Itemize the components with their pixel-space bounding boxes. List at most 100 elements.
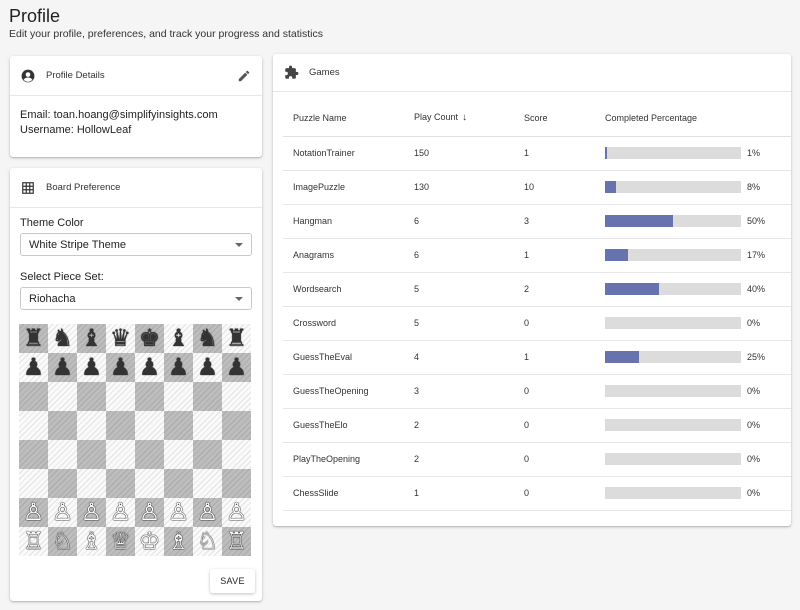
board-square: ♗ xyxy=(164,527,193,556)
col-score[interactable]: Score xyxy=(524,100,605,137)
table-row[interactable]: NotationTrainer 150 1 1% xyxy=(283,136,791,171)
play-count-cell: 5 xyxy=(414,272,524,307)
progress-bar-fill xyxy=(605,249,629,261)
chess-piece: ♕ xyxy=(109,527,132,555)
play-count-cell: 130 xyxy=(414,170,524,205)
board-square: ♖ xyxy=(222,527,251,556)
progress-bar-wrap: 0% xyxy=(605,385,791,397)
play-count-cell: 3 xyxy=(414,374,524,409)
chess-piece: ♟ xyxy=(80,353,103,381)
col-puzzle-name[interactable]: Puzzle Name xyxy=(283,100,414,137)
board-square xyxy=(222,469,251,498)
board-square xyxy=(77,382,106,411)
board-square xyxy=(106,411,135,440)
chess-piece: ♙ xyxy=(225,498,248,526)
board-square xyxy=(106,382,135,411)
puzzle-name-cell: NotationTrainer xyxy=(283,136,414,171)
board-square: ♘ xyxy=(48,527,77,556)
table-row[interactable]: GuessTheElo 2 0 0% xyxy=(283,408,791,443)
board-square: ♙ xyxy=(164,498,193,527)
score-cell: 10 xyxy=(524,170,605,205)
board-square xyxy=(193,469,222,498)
col-play-count[interactable]: Play Count ↓ xyxy=(414,100,524,137)
completed-percentage-cell: 1% xyxy=(605,136,791,171)
col-completed-percentage[interactable]: Completed Percentage xyxy=(605,100,791,137)
chess-piece: ♜ xyxy=(225,324,248,352)
board-square: ♟ xyxy=(106,353,135,382)
table-row[interactable]: ChessSlide 1 0 0% xyxy=(283,476,791,511)
completed-percentage-cell: 17% xyxy=(605,238,791,273)
table-row[interactable]: Crossword 5 0 0% xyxy=(283,306,791,341)
board-square: ♔ xyxy=(135,527,164,556)
progress-bar-track xyxy=(605,487,741,499)
play-count-cell: 2 xyxy=(414,442,524,477)
chess-piece: ♞ xyxy=(196,324,219,352)
score-cell: 1 xyxy=(524,340,605,375)
board-square: ♟ xyxy=(48,353,77,382)
theme-color-select[interactable]: White Stripe Theme xyxy=(20,233,252,256)
table-row[interactable]: GuessTheOpening 3 0 0% xyxy=(283,374,791,409)
completed-percentage-cell: 0% xyxy=(605,374,791,409)
table-row[interactable]: Hangman 6 3 50% xyxy=(283,204,791,239)
progress-bar-track xyxy=(605,453,741,465)
progress-bar-track xyxy=(605,351,741,363)
board-preference-heading: Board Preference xyxy=(46,182,121,193)
progress-bar-fill xyxy=(605,147,607,159)
board-square xyxy=(164,440,193,469)
puzzle-icon xyxy=(283,65,299,81)
board-square xyxy=(106,469,135,498)
chess-piece: ♟ xyxy=(22,353,45,381)
board-square xyxy=(48,382,77,411)
completed-percentage-cell: 0% xyxy=(605,442,791,477)
score-cell: 0 xyxy=(524,306,605,341)
chess-piece: ♗ xyxy=(80,527,103,555)
games-heading: Games xyxy=(309,67,340,78)
puzzle-name-cell: Crossword xyxy=(283,306,414,341)
save-button[interactable]: SAVE xyxy=(210,569,255,593)
progress-bar-wrap: 17% xyxy=(605,249,791,261)
puzzle-name-cell: ImagePuzzle xyxy=(283,170,414,205)
table-row[interactable]: PlayTheOpening 2 0 0% xyxy=(283,442,791,477)
board-square xyxy=(77,440,106,469)
board-square xyxy=(77,469,106,498)
play-count-cell: 6 xyxy=(414,238,524,273)
completed-percentage-cell: 25% xyxy=(605,340,791,375)
pencil-icon[interactable] xyxy=(236,68,252,84)
score-cell: 0 xyxy=(524,408,605,443)
chess-piece: ♛ xyxy=(109,324,132,352)
board-square: ♞ xyxy=(48,324,77,353)
board-square: ♙ xyxy=(48,498,77,527)
puzzle-name-cell: GuessTheEval xyxy=(283,340,414,375)
table-row[interactable]: GuessTheEval 4 1 25% xyxy=(283,340,791,375)
chevron-down-icon xyxy=(235,297,243,301)
board-square: ♟ xyxy=(77,353,106,382)
puzzle-name-cell: GuessTheOpening xyxy=(283,374,414,409)
progress-percentage: 0% xyxy=(747,488,761,498)
score-cell: 0 xyxy=(524,374,605,409)
progress-bar-fill xyxy=(605,283,660,295)
score-cell: 0 xyxy=(524,476,605,511)
board-square: ♟ xyxy=(135,353,164,382)
table-row[interactable]: ImagePuzzle 130 10 8% xyxy=(283,170,791,205)
table-row[interactable]: Wordsearch 5 2 40% xyxy=(283,272,791,307)
chevron-down-icon xyxy=(235,243,243,247)
progress-bar-wrap: 0% xyxy=(605,419,791,431)
chess-piece: ♙ xyxy=(51,498,74,526)
table-row[interactable]: Anagrams 6 1 17% xyxy=(283,238,791,273)
board-square xyxy=(48,411,77,440)
board-square xyxy=(193,411,222,440)
board-square: ♙ xyxy=(77,498,106,527)
board-square: ♝ xyxy=(164,324,193,353)
completed-percentage-cell: 40% xyxy=(605,272,791,307)
profile-details-header: Profile Details xyxy=(10,56,262,96)
progress-bar-wrap: 50% xyxy=(605,215,791,227)
chess-piece: ♟ xyxy=(167,353,190,381)
chess-piece: ♜ xyxy=(22,324,45,352)
board-square xyxy=(164,469,193,498)
chess-piece: ♝ xyxy=(167,324,190,352)
chess-piece: ♚ xyxy=(138,324,161,352)
board-square: ♟ xyxy=(193,353,222,382)
board-square xyxy=(193,440,222,469)
piece-set-select[interactable]: Riohacha xyxy=(20,287,252,310)
games-table-header-row: Puzzle Name Play Count ↓ Score Completed … xyxy=(283,100,791,137)
